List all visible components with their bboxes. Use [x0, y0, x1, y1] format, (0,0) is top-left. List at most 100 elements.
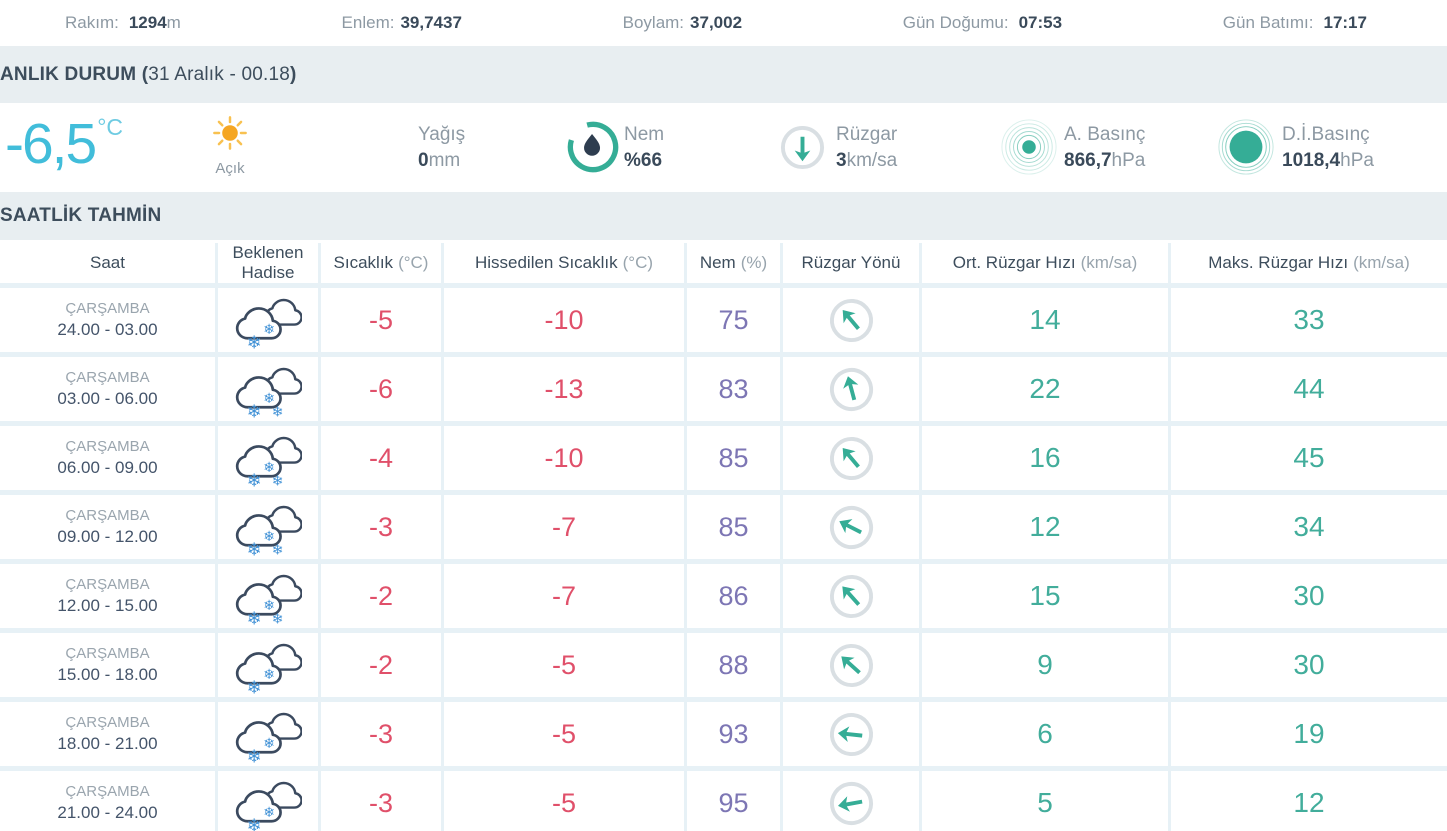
temperature-cell: -2: [321, 633, 441, 697]
col-header-expected-condition: Beklenen Hadise: [218, 243, 318, 283]
col-header-wind-direction: Rüzgar Yönü: [783, 243, 919, 283]
hour-range-cell: ÇARŞAMBA 06.00 - 09.00: [0, 426, 215, 490]
svg-text:❄: ❄: [247, 816, 262, 831]
svg-text:❄: ❄: [247, 471, 262, 488]
latitude: Enlem: 39,7437: [341, 13, 462, 32]
max-wind-speed-cell: 30: [1171, 564, 1447, 628]
avg-wind-speed-cell: 14: [922, 288, 1168, 352]
sea-level-pressure-metric: D.İ.Basınç 1018,4hPa: [1282, 124, 1374, 171]
expected-condition-cell: ❄ ❄ ❄: [218, 564, 318, 628]
hourly-section-header: SAATLİK TAHMİN: [0, 192, 1447, 240]
snow-cloud-icon: ❄ ❄ ❄: [235, 712, 302, 764]
expected-condition-cell: ❄ ❄ ❄: [218, 702, 318, 766]
svg-text:❄: ❄: [263, 735, 275, 751]
avg-wind-speed-cell: 9: [922, 633, 1168, 697]
longitude: Boylam: 37,002: [622, 13, 743, 32]
max-wind-speed-cell: 33: [1171, 288, 1447, 352]
wind-direction-cell: [783, 702, 919, 766]
wind-metric: Rüzgar 3km/sa: [836, 124, 898, 171]
hour-range-cell: ÇARŞAMBA 09.00 - 12.00: [0, 495, 215, 559]
wind-direction-arrow-icon: [829, 505, 873, 549]
col-header-hour: Saat: [0, 243, 215, 283]
wind-direction-arrow-icon: [829, 643, 873, 687]
snow-cloud-icon: ❄ ❄ ❄: [235, 574, 302, 626]
humidity-cell: 85: [687, 426, 780, 490]
humidity-cell: 75: [687, 288, 780, 352]
wind-direction-cell: [783, 771, 919, 831]
humidity-gauge-icon: [567, 121, 619, 173]
snow-cloud-icon: ❄ ❄ ❄: [235, 781, 302, 831]
snow-cloud-icon: ❄ ❄ ❄: [235, 505, 302, 557]
col-header-temperature: Sıcaklık (°C): [321, 243, 441, 283]
hour-range-cell: ÇARŞAMBA 12.00 - 15.00: [0, 564, 215, 628]
svg-text:❄: ❄: [272, 404, 284, 419]
expected-condition-cell: ❄ ❄ ❄: [218, 357, 318, 421]
temperature-cell: -2: [321, 564, 441, 628]
wind-direction-cell: [783, 288, 919, 352]
col-header-feels-like: Hissedilen Sıcaklık (°C): [444, 243, 684, 283]
wind-direction-arrow-icon: [829, 712, 873, 756]
avg-wind-speed-cell: 16: [922, 426, 1168, 490]
station-meta-bar: Rakım: 1294m Enlem: 39,7437 Boylam: 37,002 …: [0, 0, 1447, 46]
hour-range-cell: ÇARŞAMBA 18.00 - 21.00: [0, 702, 215, 766]
condition-label: Açık: [215, 160, 245, 177]
wind-down-arrow-icon: [780, 125, 825, 170]
temperature-cell: -4: [321, 426, 441, 490]
svg-text:❄: ❄: [272, 473, 284, 488]
temperature-cell: -5: [321, 288, 441, 352]
hour-range-cell: ÇARŞAMBA 03.00 - 06.00: [0, 357, 215, 421]
feels-like-cell: -7: [444, 495, 684, 559]
pressure-ripple-dot-icon: [1001, 119, 1057, 175]
hour-range-cell: ÇARŞAMBA 15.00 - 18.00: [0, 633, 215, 697]
temperature-cell: -3: [321, 771, 441, 831]
feels-like-cell: -5: [444, 771, 684, 831]
avg-wind-speed-cell: 12: [922, 495, 1168, 559]
humidity-cell: 85: [687, 495, 780, 559]
expected-condition-cell: ❄ ❄ ❄: [218, 288, 318, 352]
temperature-cell: -3: [321, 495, 441, 559]
current-section-title: ANLIK DURUM (31 Aralık - 00.18): [0, 63, 297, 85]
sunset: Gün Batımı: 17:17: [1222, 13, 1367, 32]
max-wind-speed-cell: 30: [1171, 633, 1447, 697]
avg-wind-speed-cell: 6: [922, 702, 1168, 766]
col-header-max-wind-speed: Maks. Rüzgar Hızı (km/sa): [1171, 243, 1447, 283]
snow-cloud-icon: ❄ ❄ ❄: [235, 436, 302, 488]
humidity-cell: 93: [687, 702, 780, 766]
humidity-metric: Nem %66: [624, 124, 665, 171]
precipitation-metric: Yağış 0mm: [418, 124, 466, 171]
svg-text:❄: ❄: [247, 678, 262, 695]
svg-text:❄: ❄: [247, 540, 262, 557]
feels-like-cell: -5: [444, 633, 684, 697]
snow-cloud-icon: ❄ ❄ ❄: [235, 367, 302, 419]
max-wind-speed-cell: 12: [1171, 771, 1447, 831]
current-conditions: -6,5°C Açık Yağış 0mm Nem %66 Rüzgar 3km…: [0, 103, 1447, 192]
expected-condition-cell: ❄ ❄ ❄: [218, 633, 318, 697]
current-condition: Açık: [190, 114, 270, 177]
feels-like-cell: -10: [444, 288, 684, 352]
wind-direction-arrow-icon: [829, 298, 873, 342]
weather-page: Rakım: 1294m Enlem: 39,7437 Boylam: 37,002 …: [0, 0, 1447, 831]
svg-text:❄: ❄: [247, 333, 262, 350]
svg-text:❄: ❄: [247, 747, 262, 764]
svg-text:❄: ❄: [263, 321, 275, 337]
snow-cloud-icon: ❄ ❄ ❄: [235, 643, 302, 695]
pressure-ripple-filled-icon: [1218, 119, 1274, 175]
humidity-cell: 95: [687, 771, 780, 831]
hourly-section-title: SAATLİK TAHMİN: [0, 205, 162, 226]
current-temperature: -6,5°C: [5, 112, 124, 176]
expected-condition-cell: ❄ ❄ ❄: [218, 771, 318, 831]
hour-range-cell: ÇARŞAMBA 21.00 - 24.00: [0, 771, 215, 831]
humidity-cell: 86: [687, 564, 780, 628]
sunrise: Gün Doğumu: 07:53: [902, 13, 1063, 32]
svg-text:❄: ❄: [247, 609, 262, 626]
wind-direction-cell: [783, 495, 919, 559]
max-wind-speed-cell: 19: [1171, 702, 1447, 766]
svg-text:❄: ❄: [247, 402, 262, 419]
avg-wind-speed-cell: 5: [922, 771, 1168, 831]
snow-cloud-icon: ❄ ❄ ❄: [235, 298, 302, 350]
wind-direction-cell: [783, 357, 919, 421]
svg-text:❄: ❄: [272, 542, 284, 557]
wind-direction-arrow-icon: [829, 367, 873, 411]
celsius-unit: °C: [97, 114, 124, 140]
max-wind-speed-cell: 34: [1171, 495, 1447, 559]
